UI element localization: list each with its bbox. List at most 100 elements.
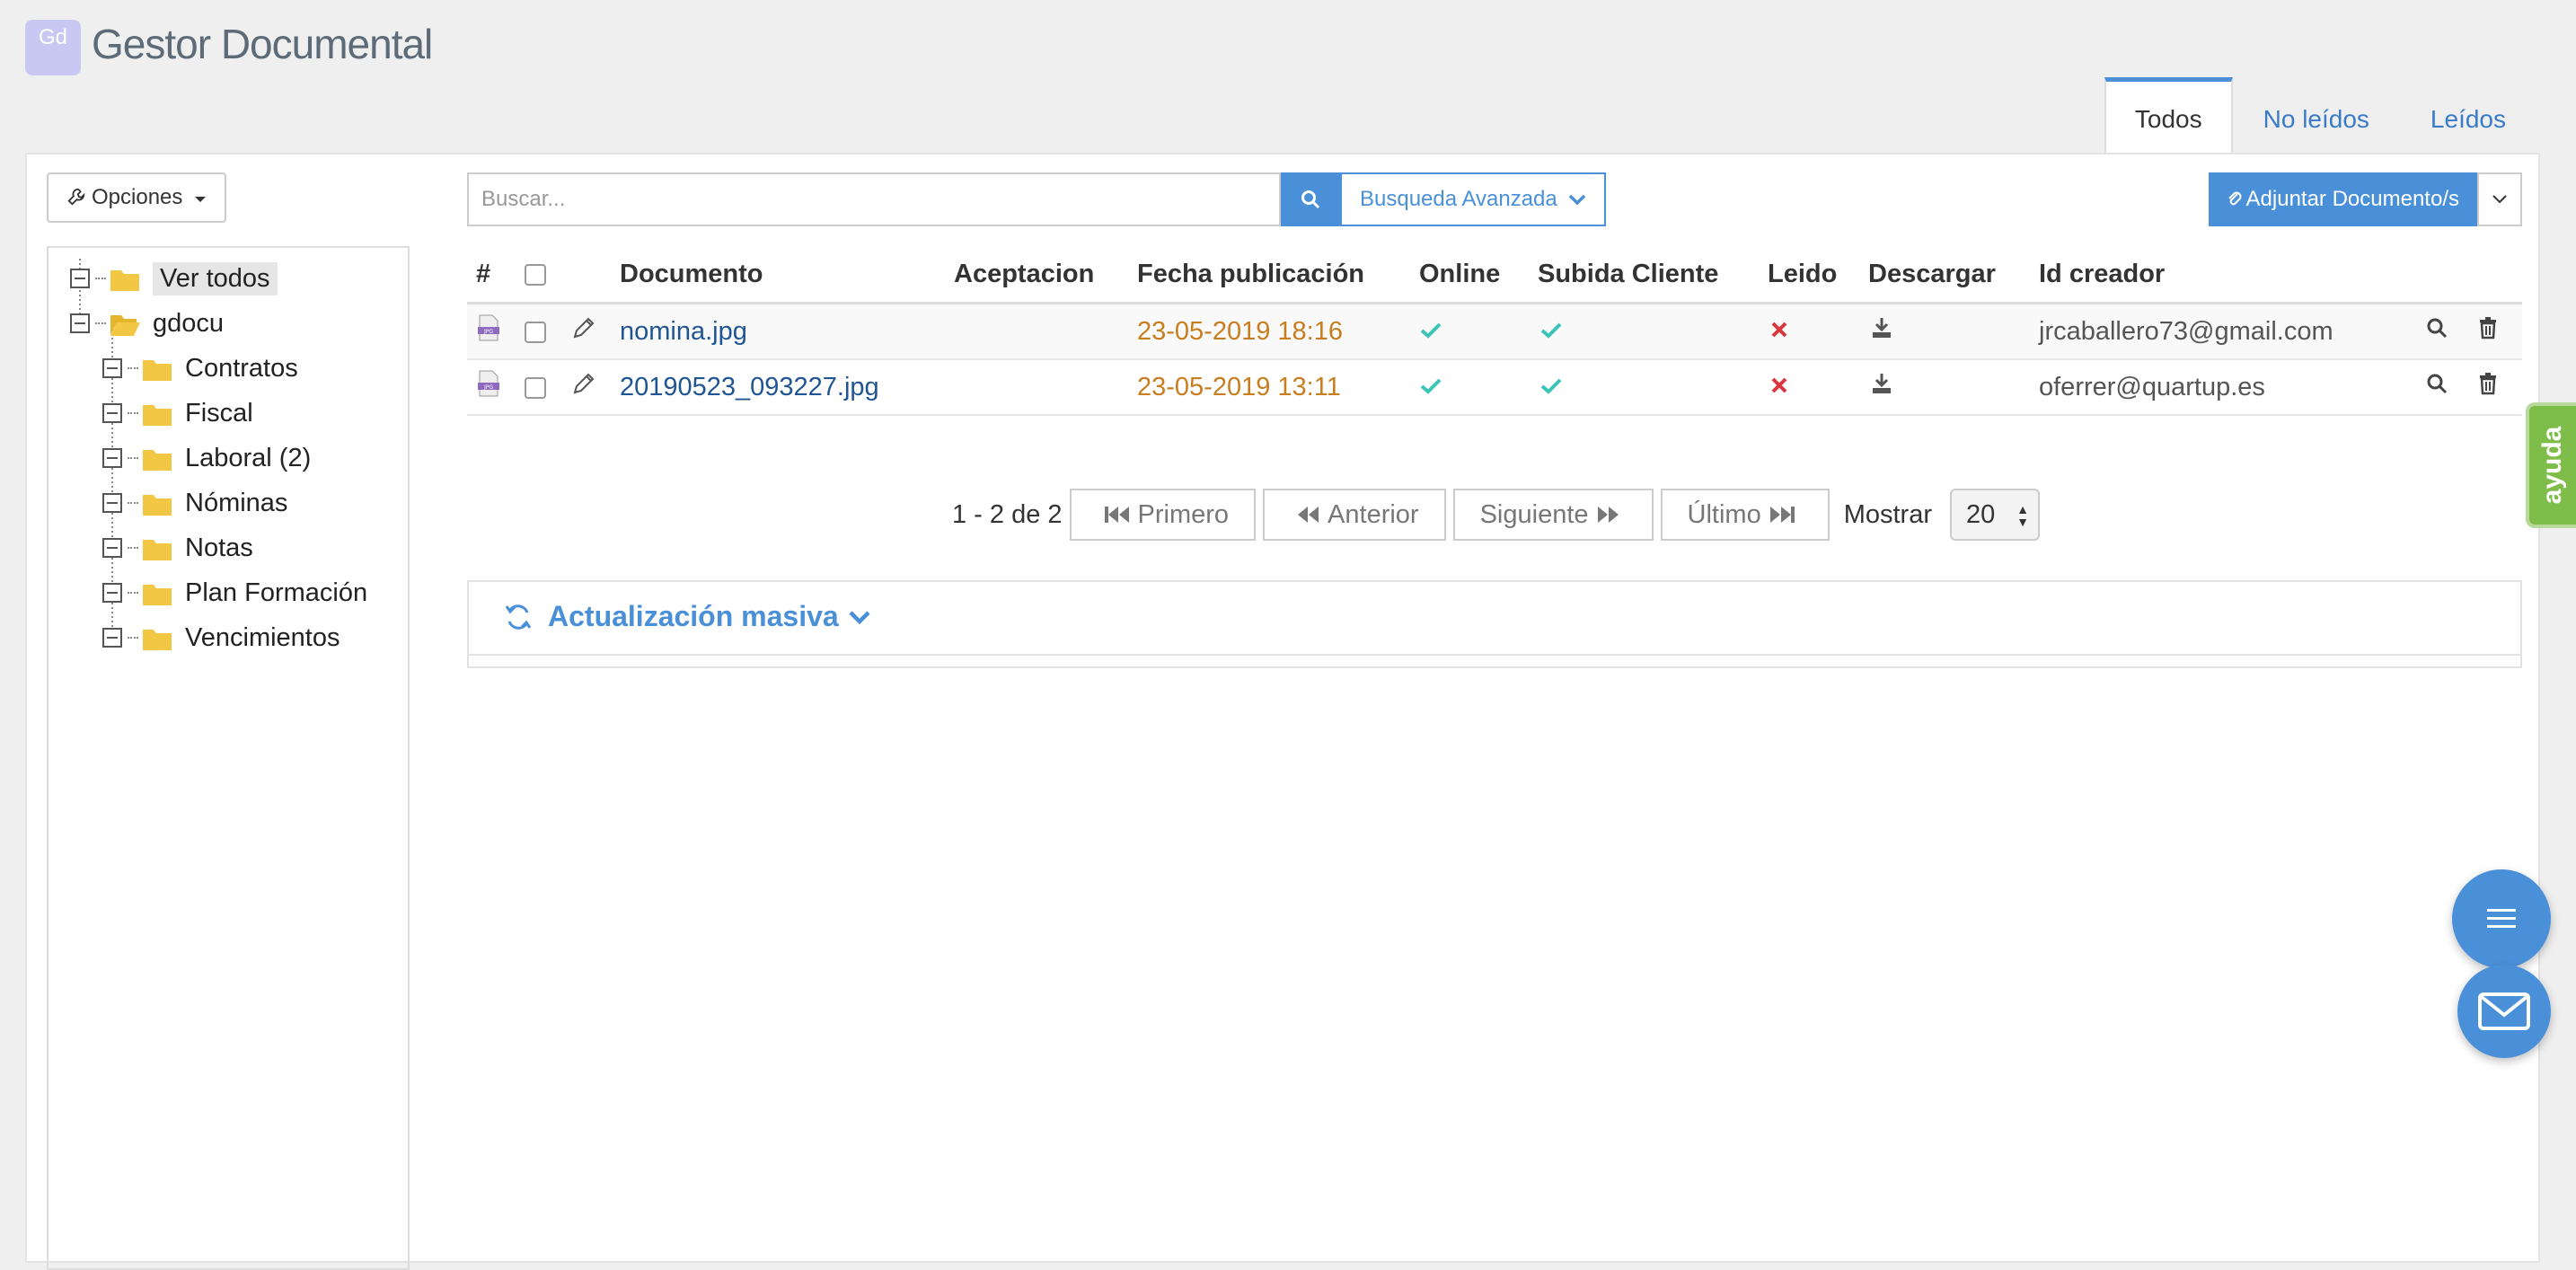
- page-size-select[interactable]: 20 ▲ ▼: [1950, 489, 2040, 541]
- pagination-summary: 1 - 2 de 2: [952, 499, 1063, 529]
- collapse-icon[interactable]: [102, 538, 122, 558]
- folder-tree: Ver todos gdocu Contratos Fiscal Laboral…: [47, 246, 410, 1270]
- collapse-icon[interactable]: [70, 313, 90, 333]
- search-icon[interactable]: [2425, 372, 2448, 395]
- folder-icon: [142, 536, 172, 560]
- delete-cell: [2468, 303, 2522, 360]
- tab-no-leidos[interactable]: No leídos: [2233, 77, 2400, 154]
- prev-page-button[interactable]: Anterior: [1263, 489, 1446, 541]
- first-page-button[interactable]: Primero: [1069, 489, 1257, 541]
- header-online[interactable]: Online: [1410, 246, 1529, 304]
- tree-item-plan-formacion[interactable]: Plan Formación: [102, 573, 367, 613]
- image-file-icon: JPG: [478, 314, 499, 341]
- collapse-icon[interactable]: [70, 269, 90, 288]
- creator-cell: jrcaballero73@gmail.com: [2030, 303, 2416, 360]
- download-icon[interactable]: [1870, 372, 1893, 395]
- options-button[interactable]: Opciones: [47, 172, 226, 223]
- envelope-icon: [2478, 992, 2530, 1030]
- header-creador[interactable]: Id creador: [2030, 246, 2416, 304]
- folder-icon: [142, 626, 172, 650]
- header-documento[interactable]: Documento: [611, 246, 945, 304]
- paperclip-icon: [2228, 191, 2241, 206]
- next-page-label: Siguiente: [1479, 500, 1589, 529]
- header-subida[interactable]: Subida Cliente: [1529, 246, 1759, 304]
- bulk-update-title: Actualización masiva: [548, 600, 839, 632]
- pencil-icon[interactable]: [571, 315, 596, 340]
- collapse-icon[interactable]: [102, 628, 122, 648]
- tab-leidos[interactable]: Leídos: [2400, 77, 2536, 154]
- publication-date: 23-05-2019 13:11: [1137, 372, 1341, 401]
- header-aceptacion[interactable]: Aceptacion: [945, 246, 1128, 304]
- tree-item-gdocu[interactable]: gdocu: [70, 304, 224, 343]
- cross-icon: [1771, 322, 1787, 337]
- document-name[interactable]: 20190523_093227.jpg: [620, 373, 879, 401]
- pencil-icon[interactable]: [571, 371, 596, 396]
- contact-fab-button[interactable]: [2457, 965, 2551, 1058]
- tree-item-nominas[interactable]: Nóminas: [102, 483, 287, 523]
- divider: [469, 654, 2520, 656]
- trash-icon[interactable]: [2477, 372, 2499, 395]
- collapse-icon[interactable]: [102, 448, 122, 468]
- header-leido[interactable]: Leido: [1759, 246, 1859, 304]
- collapse-icon[interactable]: [102, 403, 122, 423]
- main-panel: Opciones Ver todos gdocu Contratos Fisca…: [25, 153, 2540, 1270]
- search-icon: [1301, 190, 1320, 209]
- document-link[interactable]: 20190523_093227.jpg: [611, 359, 945, 416]
- download-icon[interactable]: [1870, 316, 1893, 340]
- document-link[interactable]: nomina.jpg: [611, 303, 945, 360]
- fecha-cell: 23-05-2019 18:16: [1128, 303, 1410, 360]
- search-button[interactable]: [1281, 172, 1340, 226]
- row-select-cell: [516, 359, 562, 416]
- header-fecha[interactable]: Fecha publicación: [1128, 246, 1410, 304]
- tree-item-laboral[interactable]: Laboral (2): [102, 438, 311, 478]
- fast-backward-icon: [1104, 507, 1129, 523]
- header-edit: [562, 246, 611, 304]
- row-checkbox[interactable]: [525, 321, 546, 343]
- header-view: [2416, 246, 2468, 304]
- online-cell: [1410, 303, 1529, 360]
- tree-item-contratos[interactable]: Contratos: [102, 348, 298, 388]
- tree-item-notas[interactable]: Notas: [102, 528, 253, 568]
- last-page-label: Último: [1687, 500, 1761, 529]
- menu-fab-button[interactable]: [2452, 869, 2551, 968]
- folder-icon: [142, 401, 172, 426]
- folder-icon: [142, 491, 172, 516]
- tree-item-fiscal[interactable]: Fiscal: [102, 393, 253, 433]
- prev-page-label: Anterior: [1328, 500, 1419, 529]
- advanced-search-button[interactable]: Busqueda Avanzada: [1340, 172, 1607, 226]
- collapse-icon[interactable]: [102, 358, 122, 378]
- attach-dropdown-toggle[interactable]: [2477, 172, 2522, 226]
- help-tab[interactable]: ayuda: [2526, 402, 2576, 528]
- backward-icon: [1298, 507, 1319, 523]
- download-cell: [1859, 303, 2030, 360]
- tree-item-ver-todos[interactable]: Ver todos: [70, 259, 278, 298]
- caret-down-icon: [195, 197, 207, 202]
- check-icon: [1420, 378, 1442, 394]
- select-all-checkbox[interactable]: [525, 263, 546, 286]
- trash-icon[interactable]: [2477, 316, 2499, 340]
- search-icon[interactable]: [2425, 316, 2448, 340]
- chevron-down-icon: [2492, 195, 2507, 204]
- table-row: JPG 20190523_093227.jpg 23-05-2019 13:11…: [467, 359, 2522, 416]
- last-page-button[interactable]: Último: [1660, 489, 1830, 541]
- options-label: Opciones: [92, 185, 183, 209]
- tree-item-vencimientos[interactable]: Vencimientos: [102, 618, 340, 657]
- attach-documents-button[interactable]: Adjuntar Documento/s: [2208, 172, 2477, 226]
- leido-cell: [1759, 359, 1859, 416]
- search-input[interactable]: Buscar...: [467, 172, 1281, 226]
- tab-todos[interactable]: Todos: [2104, 77, 2233, 154]
- bulk-update-toggle[interactable]: Actualización masiva: [503, 600, 871, 633]
- row-checkbox[interactable]: [525, 376, 546, 399]
- svg-text:JPG: JPG: [483, 384, 493, 391]
- collapse-icon[interactable]: [102, 583, 122, 603]
- next-page-button[interactable]: Siguiente: [1452, 489, 1654, 541]
- document-name[interactable]: nomina.jpg: [620, 317, 747, 346]
- documents-table: # Documento Aceptacion Fecha publicación…: [467, 246, 2522, 416]
- tree-item-label: Notas: [185, 533, 253, 562]
- collapse-icon[interactable]: [102, 493, 122, 513]
- table-row: JPG nomina.jpg 23-05-2019 18:16 jrcaball…: [467, 303, 2522, 360]
- view-cell: [2416, 359, 2468, 416]
- delete-cell: [2468, 359, 2522, 416]
- folder-open-icon: [110, 312, 140, 336]
- tree-item-label: Plan Formación: [185, 578, 368, 607]
